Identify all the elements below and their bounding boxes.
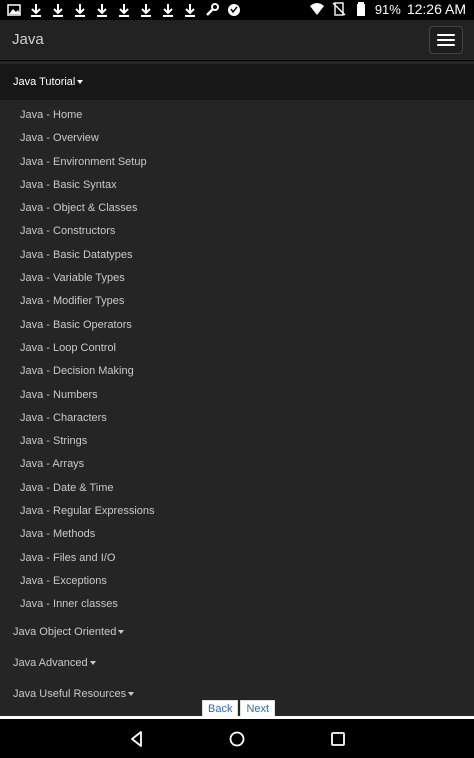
- chevron-down-icon: [77, 80, 84, 84]
- menu-item[interactable]: Java - Environment Setup: [0, 151, 474, 174]
- wrench-icon: [204, 2, 220, 18]
- menu-item[interactable]: Java - Basic Syntax: [0, 174, 474, 197]
- menu-item[interactable]: Java - Constructors: [0, 220, 474, 243]
- home-nav-icon[interactable]: [227, 729, 247, 749]
- status-bar: 91% 12:26 AM: [0, 0, 474, 20]
- menu-item[interactable]: Java - Variable Types: [0, 267, 474, 290]
- menu-item[interactable]: Java - Basic Datatypes: [0, 244, 474, 267]
- menu-item[interactable]: Java - Modifier Types: [0, 290, 474, 313]
- download-icon: [138, 2, 154, 18]
- site-brand[interactable]: Java: [12, 31, 44, 48]
- menu-item[interactable]: Java - Loop Control: [0, 337, 474, 360]
- menu-item[interactable]: Java - Characters: [0, 407, 474, 430]
- hamburger-icon-bar: [437, 44, 455, 46]
- battery-icon: [353, 1, 369, 17]
- back-nav-icon[interactable]: [127, 729, 147, 749]
- menu-item[interactable]: Java - Date & Time: [0, 477, 474, 500]
- menu-item[interactable]: Java - Exceptions: [0, 570, 474, 593]
- section-java-object-oriented[interactable]: Java Object Oriented: [0, 617, 474, 648]
- menu-item[interactable]: Java - Numbers: [0, 384, 474, 407]
- clock: 12:26 AM: [406, 1, 466, 17]
- battery-percent: 91%: [374, 1, 401, 17]
- chevron-down-icon: [128, 691, 135, 696]
- section-java-advanced[interactable]: Java Advanced: [0, 648, 474, 679]
- section-label: Java Advanced: [13, 656, 88, 669]
- hamburger-icon-bar: [437, 39, 455, 41]
- section-label: Java Useful Resources: [13, 687, 127, 700]
- menu-item[interactable]: Java - Basic Operators: [0, 314, 474, 337]
- menu-item[interactable]: Java - Overview: [0, 127, 474, 150]
- download-icon: [116, 2, 132, 18]
- image-icon: [6, 2, 22, 18]
- hamburger-menu-button[interactable]: [429, 26, 463, 54]
- tutorial-list: Java - Home Java - Overview Java - Envir…: [0, 100, 474, 617]
- download-icon: [72, 2, 88, 18]
- download-icon: [182, 2, 198, 18]
- tutorial-menu: Java Tutorial Java - Home Java - Overvie…: [0, 61, 474, 719]
- menu-item[interactable]: Java - Inner classes: [0, 593, 474, 616]
- menu-item[interactable]: Java - Files and I/O: [0, 547, 474, 570]
- download-icon: [160, 2, 176, 18]
- section-label: Java Object Oriented: [13, 625, 117, 638]
- menu-item[interactable]: Java - Regular Expressions: [0, 500, 474, 523]
- menu-item[interactable]: Java - Arrays: [0, 453, 474, 476]
- system-nav-bar: [0, 719, 474, 758]
- section-label: Java Tutorial: [13, 76, 76, 88]
- menu-item[interactable]: Java - Methods: [0, 523, 474, 546]
- chevron-down-icon: [118, 629, 125, 634]
- notification-icons: [6, 2, 242, 18]
- wifi-icon: [309, 1, 325, 17]
- download-icon: [28, 2, 44, 18]
- menu-item[interactable]: Java - Object & Classes: [0, 197, 474, 220]
- menu-item[interactable]: Java - Decision Making: [0, 360, 474, 383]
- recents-nav-icon[interactable]: [328, 729, 348, 749]
- menu-item[interactable]: Java - Home: [0, 104, 474, 127]
- hamburger-icon: [437, 34, 455, 36]
- voicemail-icon: [226, 2, 242, 18]
- download-icon: [94, 2, 110, 18]
- download-icon: [50, 2, 66, 18]
- app-header: Java: [0, 20, 474, 60]
- chevron-down-icon: [89, 660, 96, 665]
- menu-item[interactable]: Java - Strings: [0, 430, 474, 453]
- system-status: 91% 12:26 AM: [309, 1, 466, 17]
- no-sim-icon: [331, 1, 347, 17]
- section-java-tutorial[interactable]: Java Tutorial: [0, 64, 474, 100]
